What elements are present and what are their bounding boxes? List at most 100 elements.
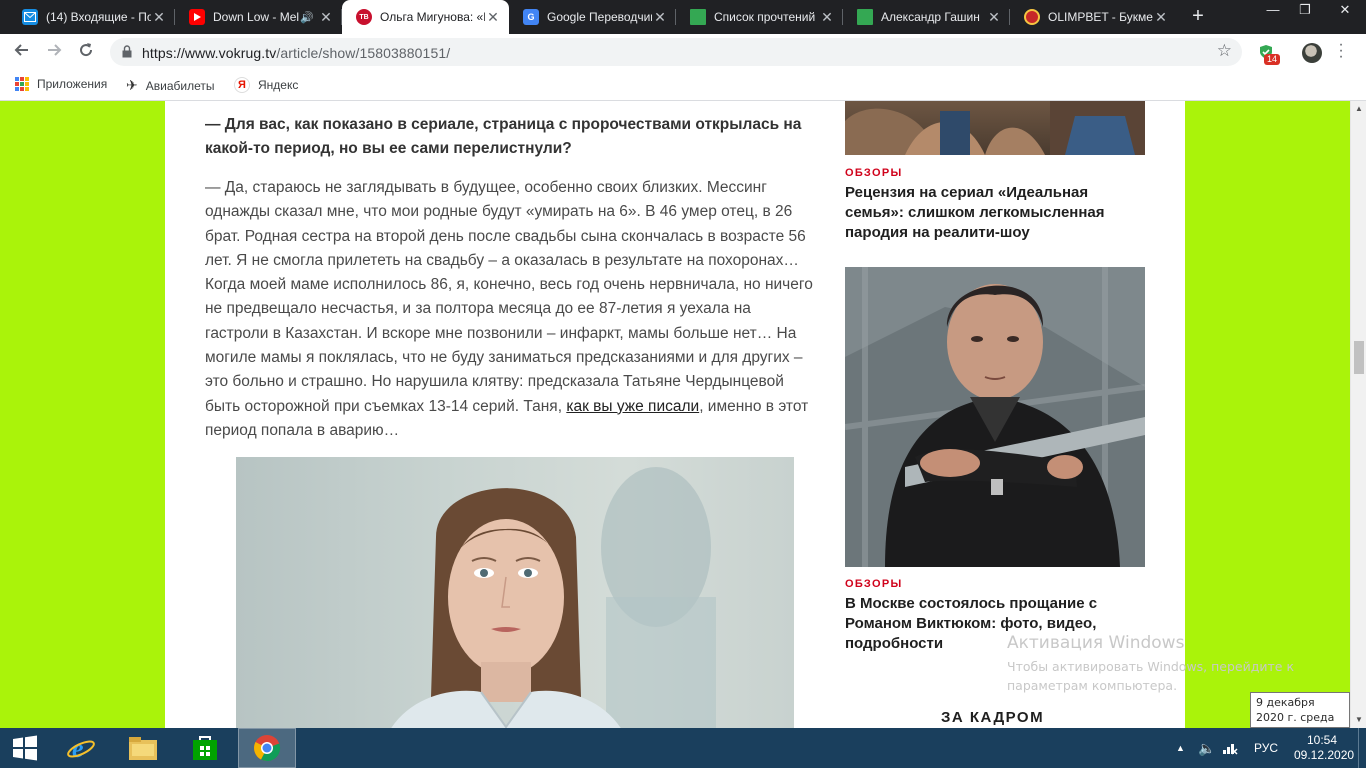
close-tab-icon[interactable]: ✕ <box>986 9 1002 26</box>
taskbar-chrome[interactable] <box>238 728 296 768</box>
url-host: https://www.vokrug.tv <box>142 45 277 61</box>
windows-activation-watermark: Активация Windows Чтобы активировать Win… <box>1007 633 1327 695</box>
tab-strip: (14) Входящие - Почта Mail.ru ✕ Down Low… <box>0 0 1366 34</box>
portrait-illustration <box>391 467 716 728</box>
tab-title: Google Переводчик <box>547 10 652 24</box>
taskbar-store[interactable] <box>176 728 234 768</box>
tab-olimpbet[interactable]: OLIMPBET - Букмекерс ✕ <box>1010 0 1177 34</box>
tv-icon: ТВ <box>356 9 372 25</box>
bookmark-label: Яндекс <box>258 78 299 92</box>
sheets-icon <box>690 9 706 25</box>
windows-taskbar: e ▲ 🔈 РУС 10:54 09.12.2020 <box>0 728 1366 768</box>
close-tab-icon[interactable]: ✕ <box>819 9 835 26</box>
close-tab-icon[interactable]: ✕ <box>318 9 334 26</box>
extension-badge: 14 <box>1264 54 1281 65</box>
category-label[interactable]: ОБЗОРЫ <box>845 167 903 179</box>
yandex-icon: Я <box>234 77 250 93</box>
clock-time: 10:54 <box>1306 733 1338 747</box>
article-link[interactable]: как вы уже писали <box>566 398 699 415</box>
arrow-left-icon <box>14 44 28 56</box>
address-bar[interactable]: https://www.vokrug.tv/article/show/15803… <box>110 38 1242 66</box>
bookmark-yandex[interactable]: Я Яндекс <box>234 77 298 93</box>
tab-vokrug[interactable]: ТВ Ольга Мигунова: «Посл ✕ <box>342 0 509 34</box>
menu-kebab-icon[interactable]: · · · <box>1336 37 1346 65</box>
browser-toolbar: https://www.vokrug.tv/article/show/15803… <box>0 34 1366 70</box>
url-text[interactable]: https://www.vokrug.tv/article/show/15803… <box>142 45 450 61</box>
activation-text: Чтобы активировать Windows, перейдите к … <box>1007 659 1295 693</box>
arrow-right-icon <box>48 44 62 56</box>
tab-title: (14) Входящие - Почта Mail.ru <box>46 10 151 24</box>
bookmarks-bar: Приложения ✈ Авиабилеты Я Яндекс <box>0 70 1366 101</box>
lock-icon[interactable] <box>122 45 132 58</box>
interview-question: — Для вас, как показано в сериале, стран… <box>205 116 802 157</box>
sidebar-card-photo[interactable] <box>845 101 1145 155</box>
scrollbar-thumb[interactable] <box>1354 341 1364 374</box>
back-button[interactable] <box>10 40 34 64</box>
windows-logo-icon <box>13 735 37 761</box>
tab-title: Александр Гашин <box>881 10 980 24</box>
activation-title: Активация Windows <box>1007 633 1185 653</box>
scroll-up-arrow-icon[interactable]: ▲ <box>1351 101 1366 117</box>
section-heading: ЗА КАДРОМ <box>941 709 1045 726</box>
system-clock[interactable]: 10:54 09.12.2020 <box>1294 733 1355 763</box>
tray-chevron-icon[interactable]: ▲ <box>1176 728 1185 768</box>
taskbar-explorer[interactable] <box>114 728 172 768</box>
sheets-icon <box>857 9 873 25</box>
clock-date: 09.12.2020 <box>1294 748 1355 762</box>
apps-grid-icon <box>15 77 29 91</box>
bookmark-label: Авиабилеты <box>145 78 215 93</box>
tab-title: Down Low - Mel <box>213 10 300 24</box>
show-desktop-button[interactable] <box>1358 728 1366 768</box>
olimp-icon <box>1024 9 1040 25</box>
mail-icon <box>22 9 38 25</box>
internet-explorer-icon: e <box>67 734 95 763</box>
speaker-icon[interactable]: 🔊 <box>300 11 314 24</box>
bookmark-aviabilety[interactable]: ✈ Авиабилеты <box>126 77 214 94</box>
article-photo <box>236 457 794 728</box>
sidebar-card-photo[interactable] <box>845 267 1145 567</box>
plane-icon: ✈ <box>126 77 138 93</box>
chrome-icon <box>254 735 281 762</box>
close-tab-icon[interactable]: ✕ <box>151 9 167 26</box>
store-icon <box>193 736 217 760</box>
reload-button[interactable] <box>74 40 98 64</box>
taskbar-ie[interactable]: e <box>52 728 110 768</box>
date-tooltip: 9 декабря 2020 г. среда <box>1250 692 1350 728</box>
tab-title: OLIMPBET - Букмекерс <box>1048 10 1153 24</box>
close-tab-icon[interactable]: ✕ <box>652 9 668 26</box>
tab-youtube[interactable]: Down Low - Mel 🔊 ✕ <box>175 0 342 34</box>
folder-icon <box>129 737 157 760</box>
volume-icon[interactable]: 🔈 <box>1198 728 1215 768</box>
interview-answer: — Да, стараюсь не заглядывать в будущее,… <box>205 176 817 443</box>
tab-title: Ольга Мигунова: «Посл <box>380 10 485 24</box>
reload-icon <box>80 43 93 57</box>
start-button[interactable] <box>0 728 50 768</box>
scroll-down-arrow-icon[interactable]: ▼ <box>1351 712 1366 728</box>
bookmark-star-icon[interactable]: ☆ <box>1217 41 1232 61</box>
forward-button[interactable] <box>42 40 66 64</box>
man-portrait-illustration <box>845 267 1145 567</box>
url-path: /article/show/15803880151/ <box>276 45 451 61</box>
close-window-button[interactable]: ✕ <box>1324 0 1366 22</box>
profile-avatar[interactable] <box>1302 43 1322 63</box>
sidebar-headline[interactable]: Рецензия на сериал «Идеальная семья»: сл… <box>845 183 1135 243</box>
close-tab-icon[interactable]: ✕ <box>485 9 501 26</box>
tab-translate[interactable]: G Google Переводчик ✕ <box>509 0 676 34</box>
answer-text: — Да, стараюсь не заглядывать в будущее,… <box>205 179 813 415</box>
language-indicator[interactable]: РУС <box>1254 728 1278 768</box>
page-scrollbar[interactable]: ▲ ▼ <box>1350 101 1366 728</box>
network-icon[interactable] <box>1222 728 1238 768</box>
tab-mail[interactable]: (14) Входящие - Почта Mail.ru ✕ <box>8 0 175 34</box>
close-tab-icon[interactable]: ✕ <box>1153 9 1169 26</box>
youtube-icon <box>189 9 205 25</box>
new-tab-button[interactable]: + <box>1186 5 1210 29</box>
translate-icon: G <box>523 9 539 25</box>
tab-gashin[interactable]: Александр Гашин ✕ <box>843 0 1010 34</box>
tab-reading-list[interactable]: Список прочтений ✕ <box>676 0 843 34</box>
people-illustration <box>845 101 1145 155</box>
restore-button[interactable]: ❐ <box>1290 0 1320 22</box>
bookmark-apps[interactable]: Приложения <box>15 77 107 91</box>
category-label[interactable]: ОБЗОРЫ <box>845 578 903 590</box>
bookmark-label: Приложения <box>37 77 108 91</box>
minimize-button[interactable]: — <box>1258 0 1288 22</box>
